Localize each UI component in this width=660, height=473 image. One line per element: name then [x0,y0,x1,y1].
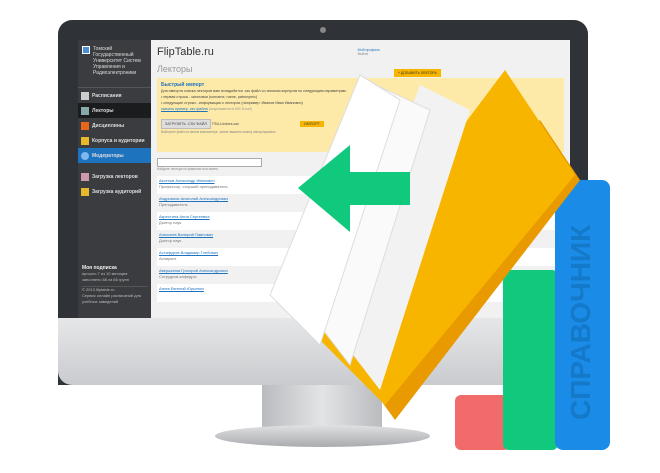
red-book [455,395,510,450]
book-label: СПРАВОЧНИК [565,224,596,420]
illustration: СПРАВОЧНИК [269,70,610,450]
green-book [503,270,558,450]
